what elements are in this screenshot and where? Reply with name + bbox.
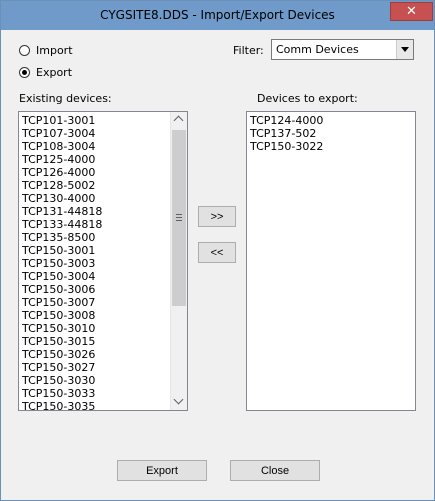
list-item[interactable]: TCP150-3008 (22, 309, 102, 322)
list-item[interactable]: TCP135-8500 (22, 231, 102, 244)
filter-label: Filter: (233, 44, 264, 57)
list-item[interactable]: TCP150-3033 (22, 387, 102, 400)
export-radio[interactable]: Export (19, 65, 72, 79)
list-item[interactable]: TCP150-3026 (22, 348, 102, 361)
dialog-body: Import Export Filter: Comm Devices Exist… (8, 30, 427, 493)
list-item[interactable]: TCP150-3015 (22, 335, 102, 348)
grip-icon (176, 214, 182, 223)
list-item[interactable]: TCP150-3003 (22, 257, 102, 270)
export-radio-label: Export (36, 65, 73, 79)
devices-to-export-label: Devices to export: (257, 92, 358, 105)
list-item[interactable]: TCP137-502 (250, 127, 323, 140)
list-item[interactable]: TCP130-4000 (22, 192, 102, 205)
filter-dropdown-value: Comm Devices (276, 43, 359, 56)
list-item[interactable]: TCP125-4000 (22, 153, 102, 166)
list-item[interactable]: TCP150-3006 (22, 283, 102, 296)
export-radio-circle[interactable] (19, 66, 30, 78)
import-radio[interactable]: Import (19, 43, 73, 57)
export-button[interactable]: Export (117, 460, 207, 481)
remove-from-export-button[interactable]: << (198, 242, 236, 263)
list-item[interactable]: TCP150-3027 (22, 361, 102, 374)
list-item[interactable]: TCP150-3010 (22, 322, 102, 335)
list-item[interactable]: TCP133-44818 (22, 218, 102, 231)
list-item[interactable]: TCP150-3035 (22, 400, 102, 410)
chevron-down-icon[interactable] (396, 40, 413, 59)
add-to-export-button[interactable]: >> (198, 206, 236, 227)
close-button[interactable]: Close (230, 460, 320, 481)
window-title: CYGSITE8.DDS - Import/Export Devices (100, 8, 335, 22)
title-bar: CYGSITE8.DDS - Import/Export Devices ✕ (1, 1, 434, 30)
list-item[interactable]: TCP128-5002 (22, 179, 102, 192)
close-icon: ✕ (406, 4, 417, 19)
window-close-button[interactable]: ✕ (390, 2, 433, 21)
list-item[interactable]: TCP107-3004 (22, 127, 102, 140)
existing-devices-scrollbar[interactable] (170, 112, 187, 410)
existing-devices-list[interactable]: TCP101-3001 TCP107-3004 TCP108-3004 TCP125-… (18, 111, 188, 411)
list-item[interactable]: TCP150-3007 (22, 296, 102, 309)
list-item[interactable]: TCP150-3022 (250, 140, 323, 153)
devices-to-export-list[interactable]: TCP124-4000 TCP137-502 TCP150-3022 (246, 111, 416, 411)
devices-to-export-items: TCP124-4000 TCP137-502 TCP150-3022 (250, 114, 323, 153)
list-item[interactable]: TCP101-3001 (22, 114, 102, 127)
scroll-up-arrow-icon[interactable] (171, 112, 187, 129)
existing-devices-label: Existing devices: (19, 92, 112, 105)
import-radio-label: Import (36, 43, 73, 57)
list-item[interactable]: TCP150-3001 (22, 244, 102, 257)
import-export-dialog: CYGSITE8.DDS - Import/Export Devices ✕ I… (0, 0, 435, 501)
import-radio-circle[interactable] (19, 44, 30, 56)
scrollbar-thumb[interactable] (172, 130, 186, 306)
list-item[interactable]: TCP150-3030 (22, 374, 102, 387)
existing-devices-items: TCP101-3001 TCP107-3004 TCP108-3004 TCP125-… (22, 114, 102, 410)
list-item[interactable]: TCP108-3004 (22, 140, 102, 153)
list-item[interactable]: TCP126-4000 (22, 166, 102, 179)
list-item[interactable]: TCP131-44818 (22, 205, 102, 218)
scroll-down-arrow-icon[interactable] (171, 393, 187, 410)
list-item[interactable]: TCP150-3004 (22, 270, 102, 283)
list-item[interactable]: TCP124-4000 (250, 114, 323, 127)
filter-dropdown[interactable]: Comm Devices (271, 39, 414, 60)
